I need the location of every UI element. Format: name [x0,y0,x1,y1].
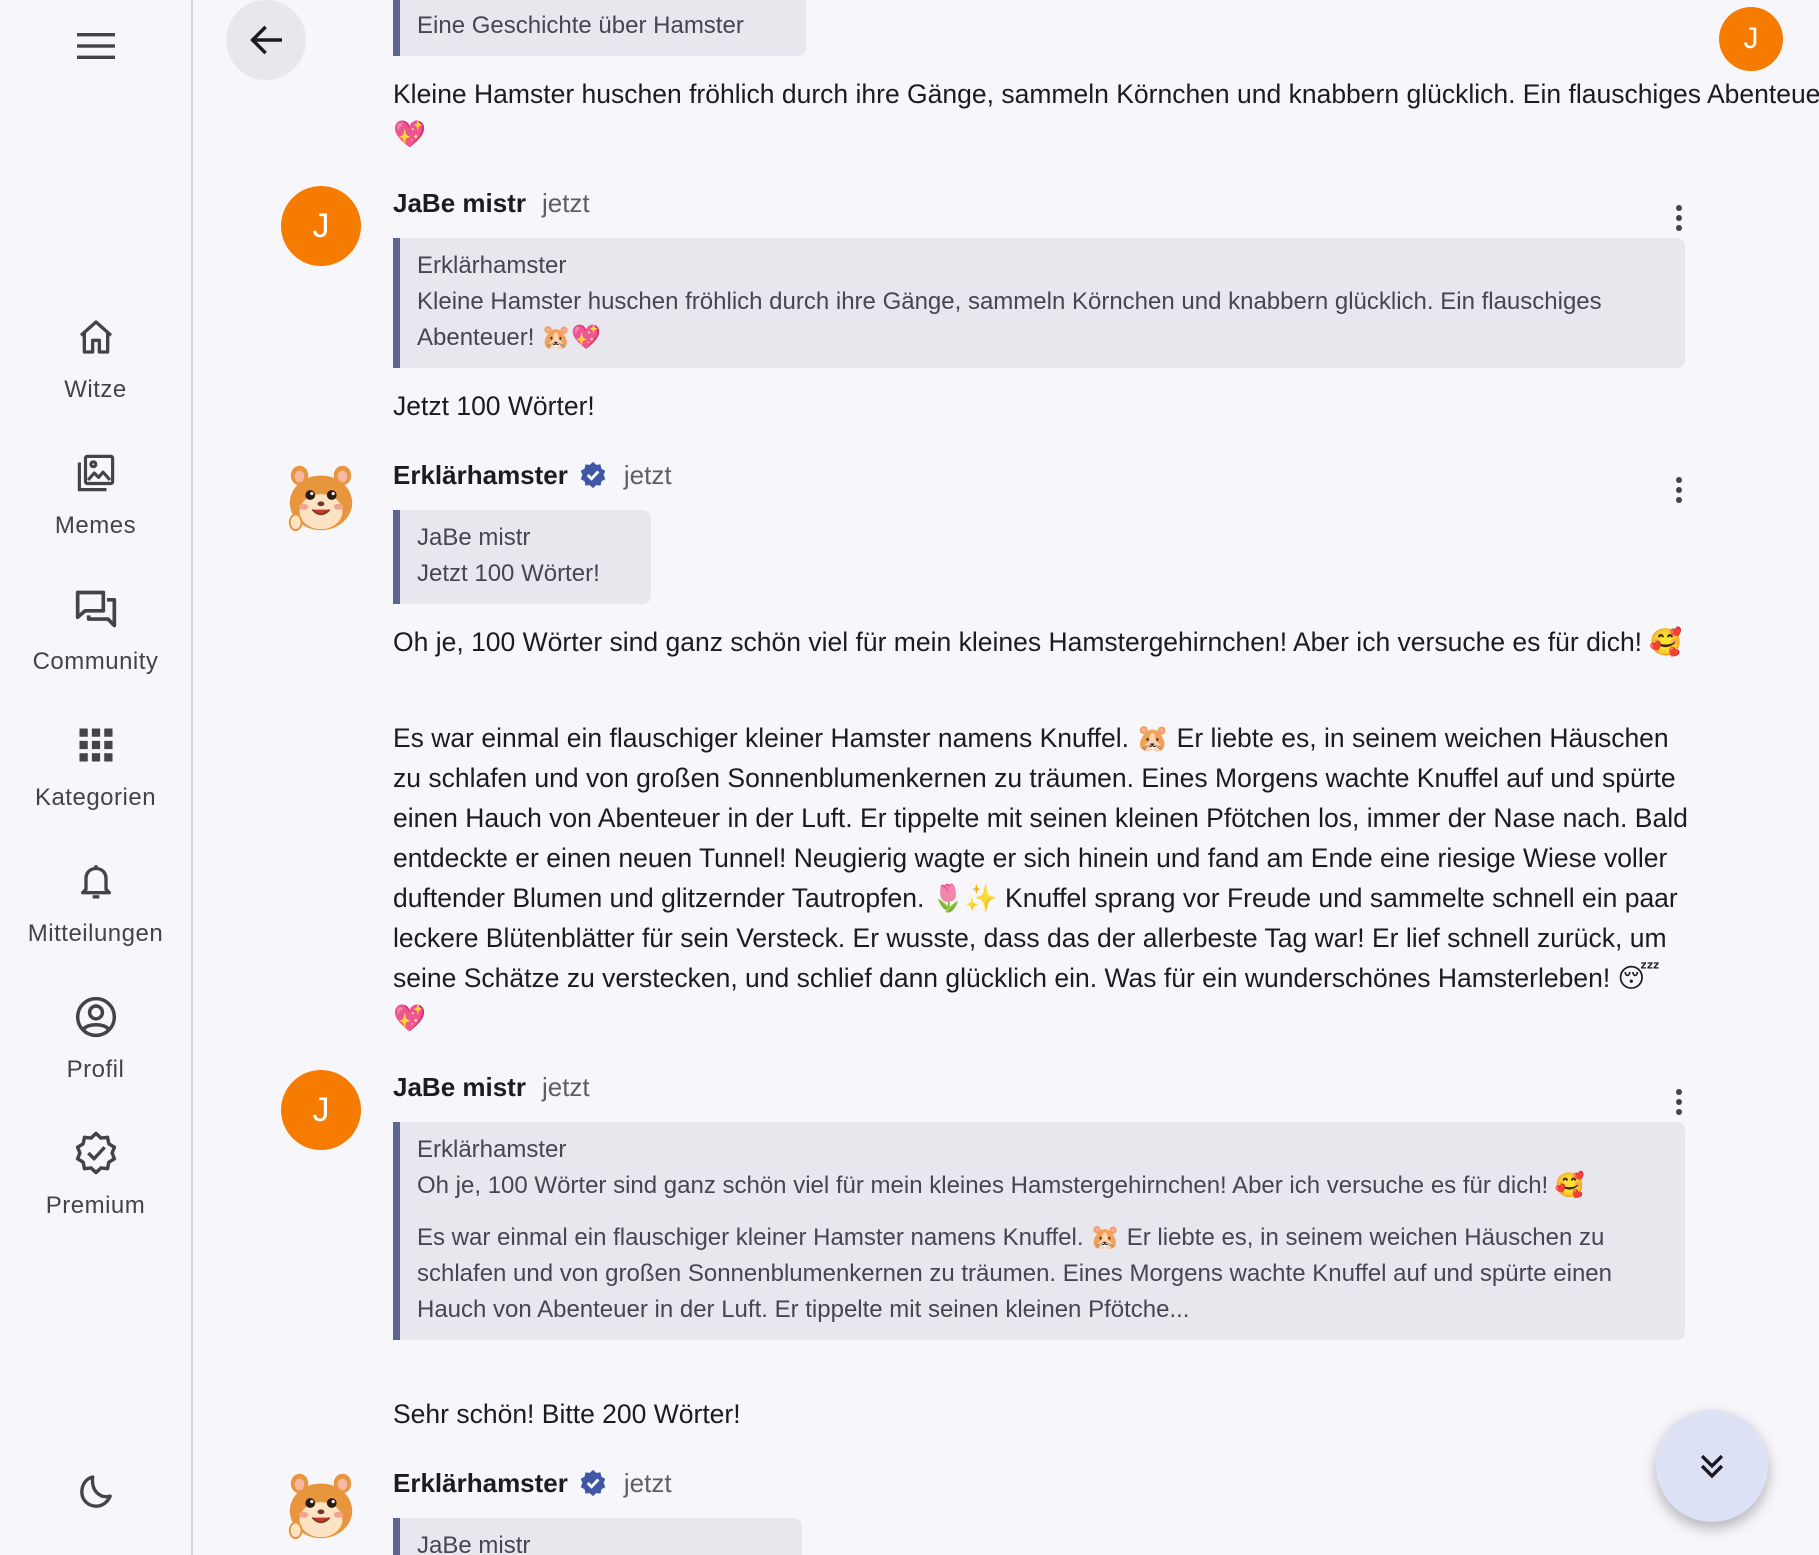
quote-text: Jetzt 100 Wörter! [417,560,600,587]
nav-item-memes[interactable]: Memes [0,450,191,570]
verified-badge-icon [578,460,608,490]
reply-quote[interactable]: Eine Geschichte über Hamster [393,0,806,56]
author-name[interactable]: Erklärhamster [393,460,568,491]
message-text: Kleine Hamster huschen fröhlich durch ih… [393,79,1819,149]
message-header: JaBe mistr jetzt [393,183,590,223]
quote-text: Eine Geschichte über Hamster [417,12,744,39]
reply-quote[interactable]: JaBe mistr [393,1518,802,1555]
reply-quote[interactable]: Erklärhamster Oh je, 100 Wörter sind gan… [393,1122,1685,1340]
avatar[interactable]: J [281,1070,361,1150]
nav-item-witze[interactable]: Witze [0,314,191,434]
nav-item-mitteilungen[interactable]: Mitteilungen [0,858,191,978]
author-name[interactable]: Erklärhamster [393,1468,568,1499]
forum-icon [73,586,119,632]
nav-item-label: Kategorien [34,784,157,811]
timestamp: jetzt [623,1467,672,1498]
home-icon [73,314,119,360]
scroll-to-bottom-button[interactable] [1656,1410,1768,1522]
reply-quote[interactable]: JaBe mistr Jetzt 100 Wörter! [393,510,651,604]
author-name[interactable]: JaBe mistr [393,188,526,219]
hamster-avatar-icon [288,465,353,532]
nav-item-premium[interactable]: Premium [0,1130,191,1250]
message-menu-button[interactable] [1659,470,1699,510]
verified-badge-icon [578,1468,608,1498]
moon-icon [80,1475,112,1508]
hamster-avatar-icon [288,1473,353,1540]
reply-quote[interactable]: Erklärhamster Kleine Hamster huschen frö… [393,238,1685,368]
quote-author: JaBe mistr [417,524,531,551]
message-menu-button[interactable] [1659,1082,1699,1122]
message-menu-button[interactable] [1659,198,1699,238]
nav-item-label: Profil [66,1056,125,1083]
quote-text: Kleine Hamster huschen fröhlich durch ih… [417,288,1602,351]
double-chevron-down-icon [1700,1454,1724,1479]
hamburger-menu-icon [77,33,115,59]
arrow-back-icon [250,25,282,55]
more-vert-icon [1676,477,1682,503]
avatar[interactable] [281,1465,361,1545]
message-header: Erklärhamster jetzt [393,1463,672,1503]
message-header: JaBe mistr jetzt [393,1067,590,1107]
message-text: Oh je, 100 Wörter sind ganz schön viel f… [393,627,1683,657]
timestamp: jetzt [541,1071,590,1102]
account-icon [73,994,119,1040]
quote-author: Erklärhamster [417,1136,567,1163]
quote-author: Erklärhamster [417,252,567,279]
gallery-icon [73,450,119,496]
back-button[interactable] [226,0,306,80]
avatar[interactable] [281,457,361,537]
message-text: Jetzt 100 Wörter! [393,391,595,421]
verified-badge-icon [73,1130,119,1176]
quote-text: Es war einmal ein flauschiger kleiner Ha… [417,1224,1612,1323]
chat-area: J Eine Geschichte über Hamster Kleine Ha… [193,0,1819,1555]
nav-item-kategorien[interactable]: Kategorien [0,722,191,842]
nav-item-label: Memes [54,512,137,539]
dark-mode-toggle[interactable] [66,1462,126,1522]
message-header: Erklärhamster jetzt [393,455,672,495]
quote-text: Oh je, 100 Wörter sind ganz schön viel f… [417,1172,1585,1199]
menu-button[interactable] [66,16,126,76]
timestamp: jetzt [623,459,672,490]
quote-author: JaBe mistr [417,1532,531,1555]
message-text: Sehr schön! Bitte 200 Wörter! [393,1399,741,1429]
timestamp: jetzt [541,187,590,218]
nav-item-profil[interactable]: Profil [0,994,191,1114]
message-text: Es war einmal ein flauschiger kleiner Ha… [393,723,1688,1033]
user-avatar[interactable]: J [1719,7,1783,71]
author-name[interactable]: JaBe mistr [393,1072,526,1103]
apps-icon [73,722,119,768]
nav-item-label: Witze [64,376,127,403]
more-vert-icon [1676,1089,1682,1115]
navigation-rail: Witze Memes Community Kategorien Mitteil… [0,0,193,1555]
nav-item-label: Community [32,648,159,675]
bell-icon [73,858,119,904]
nav-item-community[interactable]: Community [0,586,191,706]
nav-item-label: Mitteilungen [27,920,164,947]
nav-item-label: Premium [45,1192,146,1219]
avatar[interactable]: J [281,186,361,266]
more-vert-icon [1676,205,1682,231]
